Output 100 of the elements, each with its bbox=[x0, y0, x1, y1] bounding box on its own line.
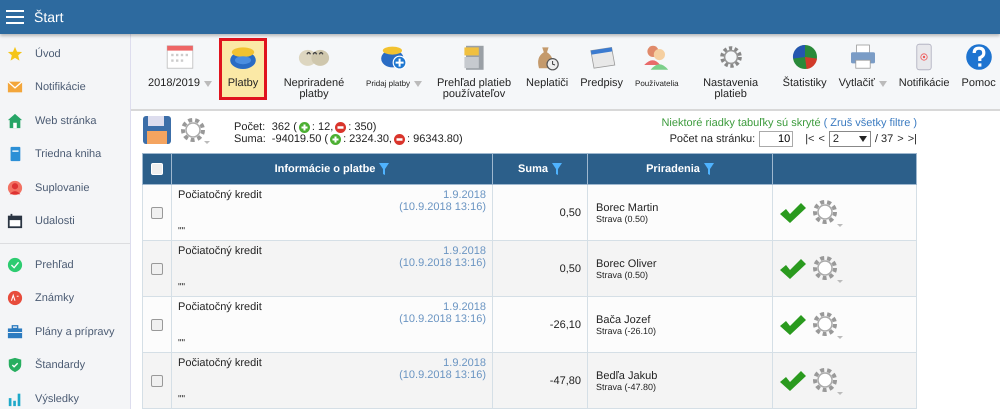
filter-icon bbox=[704, 163, 714, 176]
stat-value: : 350) bbox=[348, 121, 376, 133]
amount-cell: -47,80 bbox=[492, 352, 588, 408]
toolbar-button[interactable]: Platby bbox=[219, 38, 267, 100]
payment-note: "" bbox=[178, 226, 186, 236]
created-timestamp: (10.9.2018 13:16) bbox=[399, 368, 486, 380]
sidebar-item[interactable]: Triedna kniha bbox=[0, 138, 130, 171]
check-circle-icon bbox=[7, 256, 23, 273]
toolbar-button[interactable]: Štatistiky bbox=[778, 38, 832, 91]
clear-filters-link[interactable]: Zruš všetky filtre bbox=[830, 117, 910, 129]
menu-icon[interactable] bbox=[6, 10, 24, 24]
filter-notice: Niektoré riadky tabuľky sú skryté bbox=[661, 117, 821, 129]
sidebar-item[interactable]: Známky bbox=[0, 282, 130, 315]
column-header[interactable]: Suma bbox=[492, 154, 588, 184]
amount-cell: 0,50 bbox=[492, 240, 588, 296]
payment-title: Počiatočný kredit bbox=[178, 244, 262, 256]
payment-title: Počiatočný kredit bbox=[178, 356, 262, 368]
toolbar-button[interactable]: Používatelia bbox=[630, 38, 684, 91]
payment-date: 1.9.2018 bbox=[443, 244, 486, 256]
sidebar-item[interactable]: Plány a prípravy bbox=[0, 315, 130, 348]
payment-date: 1.9.2018 bbox=[443, 300, 486, 312]
row-checkbox[interactable] bbox=[151, 263, 163, 276]
column-header[interactable]: Informácie o platbe bbox=[172, 154, 492, 184]
stat-value: 362 ( bbox=[272, 121, 297, 133]
sidebar-item[interactable]: Notifikácie bbox=[0, 70, 130, 104]
assignment-detail: Strava (0.50) bbox=[596, 214, 650, 224]
per-page-field[interactable]: 10 bbox=[759, 131, 794, 147]
next-page-link[interactable]: > bbox=[897, 133, 904, 145]
previous-page-link[interactable]: < bbox=[818, 133, 825, 145]
page-select[interactable]: 2 bbox=[828, 131, 871, 147]
sidebar-item[interactable]: Web stránka bbox=[0, 104, 130, 138]
toolbar-button[interactable]: Nepriradené platby bbox=[269, 38, 359, 102]
row-checkbox[interactable] bbox=[151, 207, 163, 220]
grade-circle-icon bbox=[7, 290, 23, 306]
amount-cell: 0,50 bbox=[492, 184, 588, 240]
stat-value: : 96343.80) bbox=[407, 133, 463, 145]
payment-note: "" bbox=[178, 282, 186, 292]
toolbar-button[interactable]: Pomoc bbox=[956, 38, 1000, 91]
assignment-detail: Strava (-47.80) bbox=[596, 382, 658, 392]
bar-chart-icon bbox=[7, 390, 23, 407]
house-icon bbox=[7, 112, 23, 129]
first-page-link[interactable]: |< bbox=[805, 133, 814, 145]
toolbar-button[interactable]: Prehľad platieb používateľov bbox=[429, 38, 520, 102]
filter-icon bbox=[552, 163, 562, 176]
payment-title: Počiatočný kredit bbox=[178, 300, 262, 312]
stat-value: : 2324.30, bbox=[343, 133, 392, 145]
amount-cell: -26,10 bbox=[492, 296, 588, 352]
person-name: Borec Martin bbox=[596, 202, 660, 214]
gear-icon bbox=[811, 198, 845, 228]
assignment-detail: Strava (-26.10) bbox=[596, 326, 658, 336]
row-checkbox[interactable] bbox=[151, 375, 163, 388]
stat-value: : 12, bbox=[312, 121, 334, 133]
created-timestamp: (10.9.2018 13:16) bbox=[399, 312, 486, 324]
sidebar-item[interactable]: Udalosti bbox=[0, 204, 130, 238]
person-icon bbox=[7, 180, 23, 196]
gear-icon bbox=[178, 115, 210, 145]
toolbar-button[interactable]: Pridaj platby bbox=[361, 38, 428, 91]
person-name: Borec Oliver bbox=[596, 258, 658, 270]
assignment-detail: Strava (0.50) bbox=[596, 270, 650, 280]
created-timestamp: (10.9.2018 13:16) bbox=[399, 256, 486, 268]
payment-note: "" bbox=[178, 394, 186, 404]
sidebar-item[interactable]: Výsledky bbox=[0, 382, 130, 409]
shield-icon bbox=[7, 357, 23, 374]
stat-label: Suma: bbox=[234, 133, 266, 145]
person-name: Bača Jozef bbox=[596, 314, 652, 326]
payment-title: Počiatočný kredit bbox=[178, 188, 262, 200]
calendar-icon bbox=[7, 213, 23, 230]
star-icon bbox=[7, 46, 23, 62]
select-all-checkbox[interactable] bbox=[151, 163, 163, 176]
paren: ( bbox=[824, 117, 828, 129]
toolbar-button[interactable]: Neplatiči bbox=[521, 38, 574, 91]
column-header[interactable]: Priradenia bbox=[588, 154, 772, 184]
last-page-link[interactable]: >| bbox=[908, 133, 917, 145]
gear-icon bbox=[811, 366, 845, 396]
filter-icon bbox=[379, 163, 390, 176]
dropdown-arrow-icon bbox=[858, 136, 867, 142]
toolbar-button[interactable]: Notifikácie bbox=[894, 38, 954, 91]
plus-circle-icon bbox=[298, 122, 310, 132]
payment-note: "" bbox=[178, 338, 186, 348]
sidebar-item[interactable]: Úvod bbox=[0, 37, 130, 70]
toolbar-button[interactable]: Nastavenia platieb bbox=[686, 38, 776, 102]
plus-circle-icon bbox=[330, 134, 342, 144]
person-name: Bedľa Jakub bbox=[596, 370, 658, 382]
briefcase-icon bbox=[7, 324, 23, 340]
toolbar-button[interactable]: 2018/2019 bbox=[143, 38, 217, 91]
toolbar-button[interactable]: Predpisy bbox=[575, 38, 628, 91]
sidebar-item[interactable]: Suplovanie bbox=[0, 171, 130, 204]
caret-icon bbox=[204, 80, 212, 86]
sidebar-item[interactable]: Štandardy bbox=[0, 348, 130, 382]
payment-date: 1.9.2018 bbox=[443, 356, 486, 368]
page-total: / 37 bbox=[874, 133, 894, 145]
sidebar-item[interactable]: Prehľad bbox=[0, 248, 130, 282]
stat-label: Počet: bbox=[234, 121, 266, 133]
page-title: Štart bbox=[34, 9, 64, 25]
row-checkbox[interactable] bbox=[151, 319, 163, 332]
toolbar-button[interactable]: Vytlačiť bbox=[834, 38, 892, 91]
minus-circle-icon bbox=[394, 134, 405, 144]
stat-value: -94019.50 ( bbox=[272, 133, 328, 145]
per-page-label: Počet na stránku: bbox=[670, 133, 756, 145]
caret-icon bbox=[878, 80, 887, 86]
